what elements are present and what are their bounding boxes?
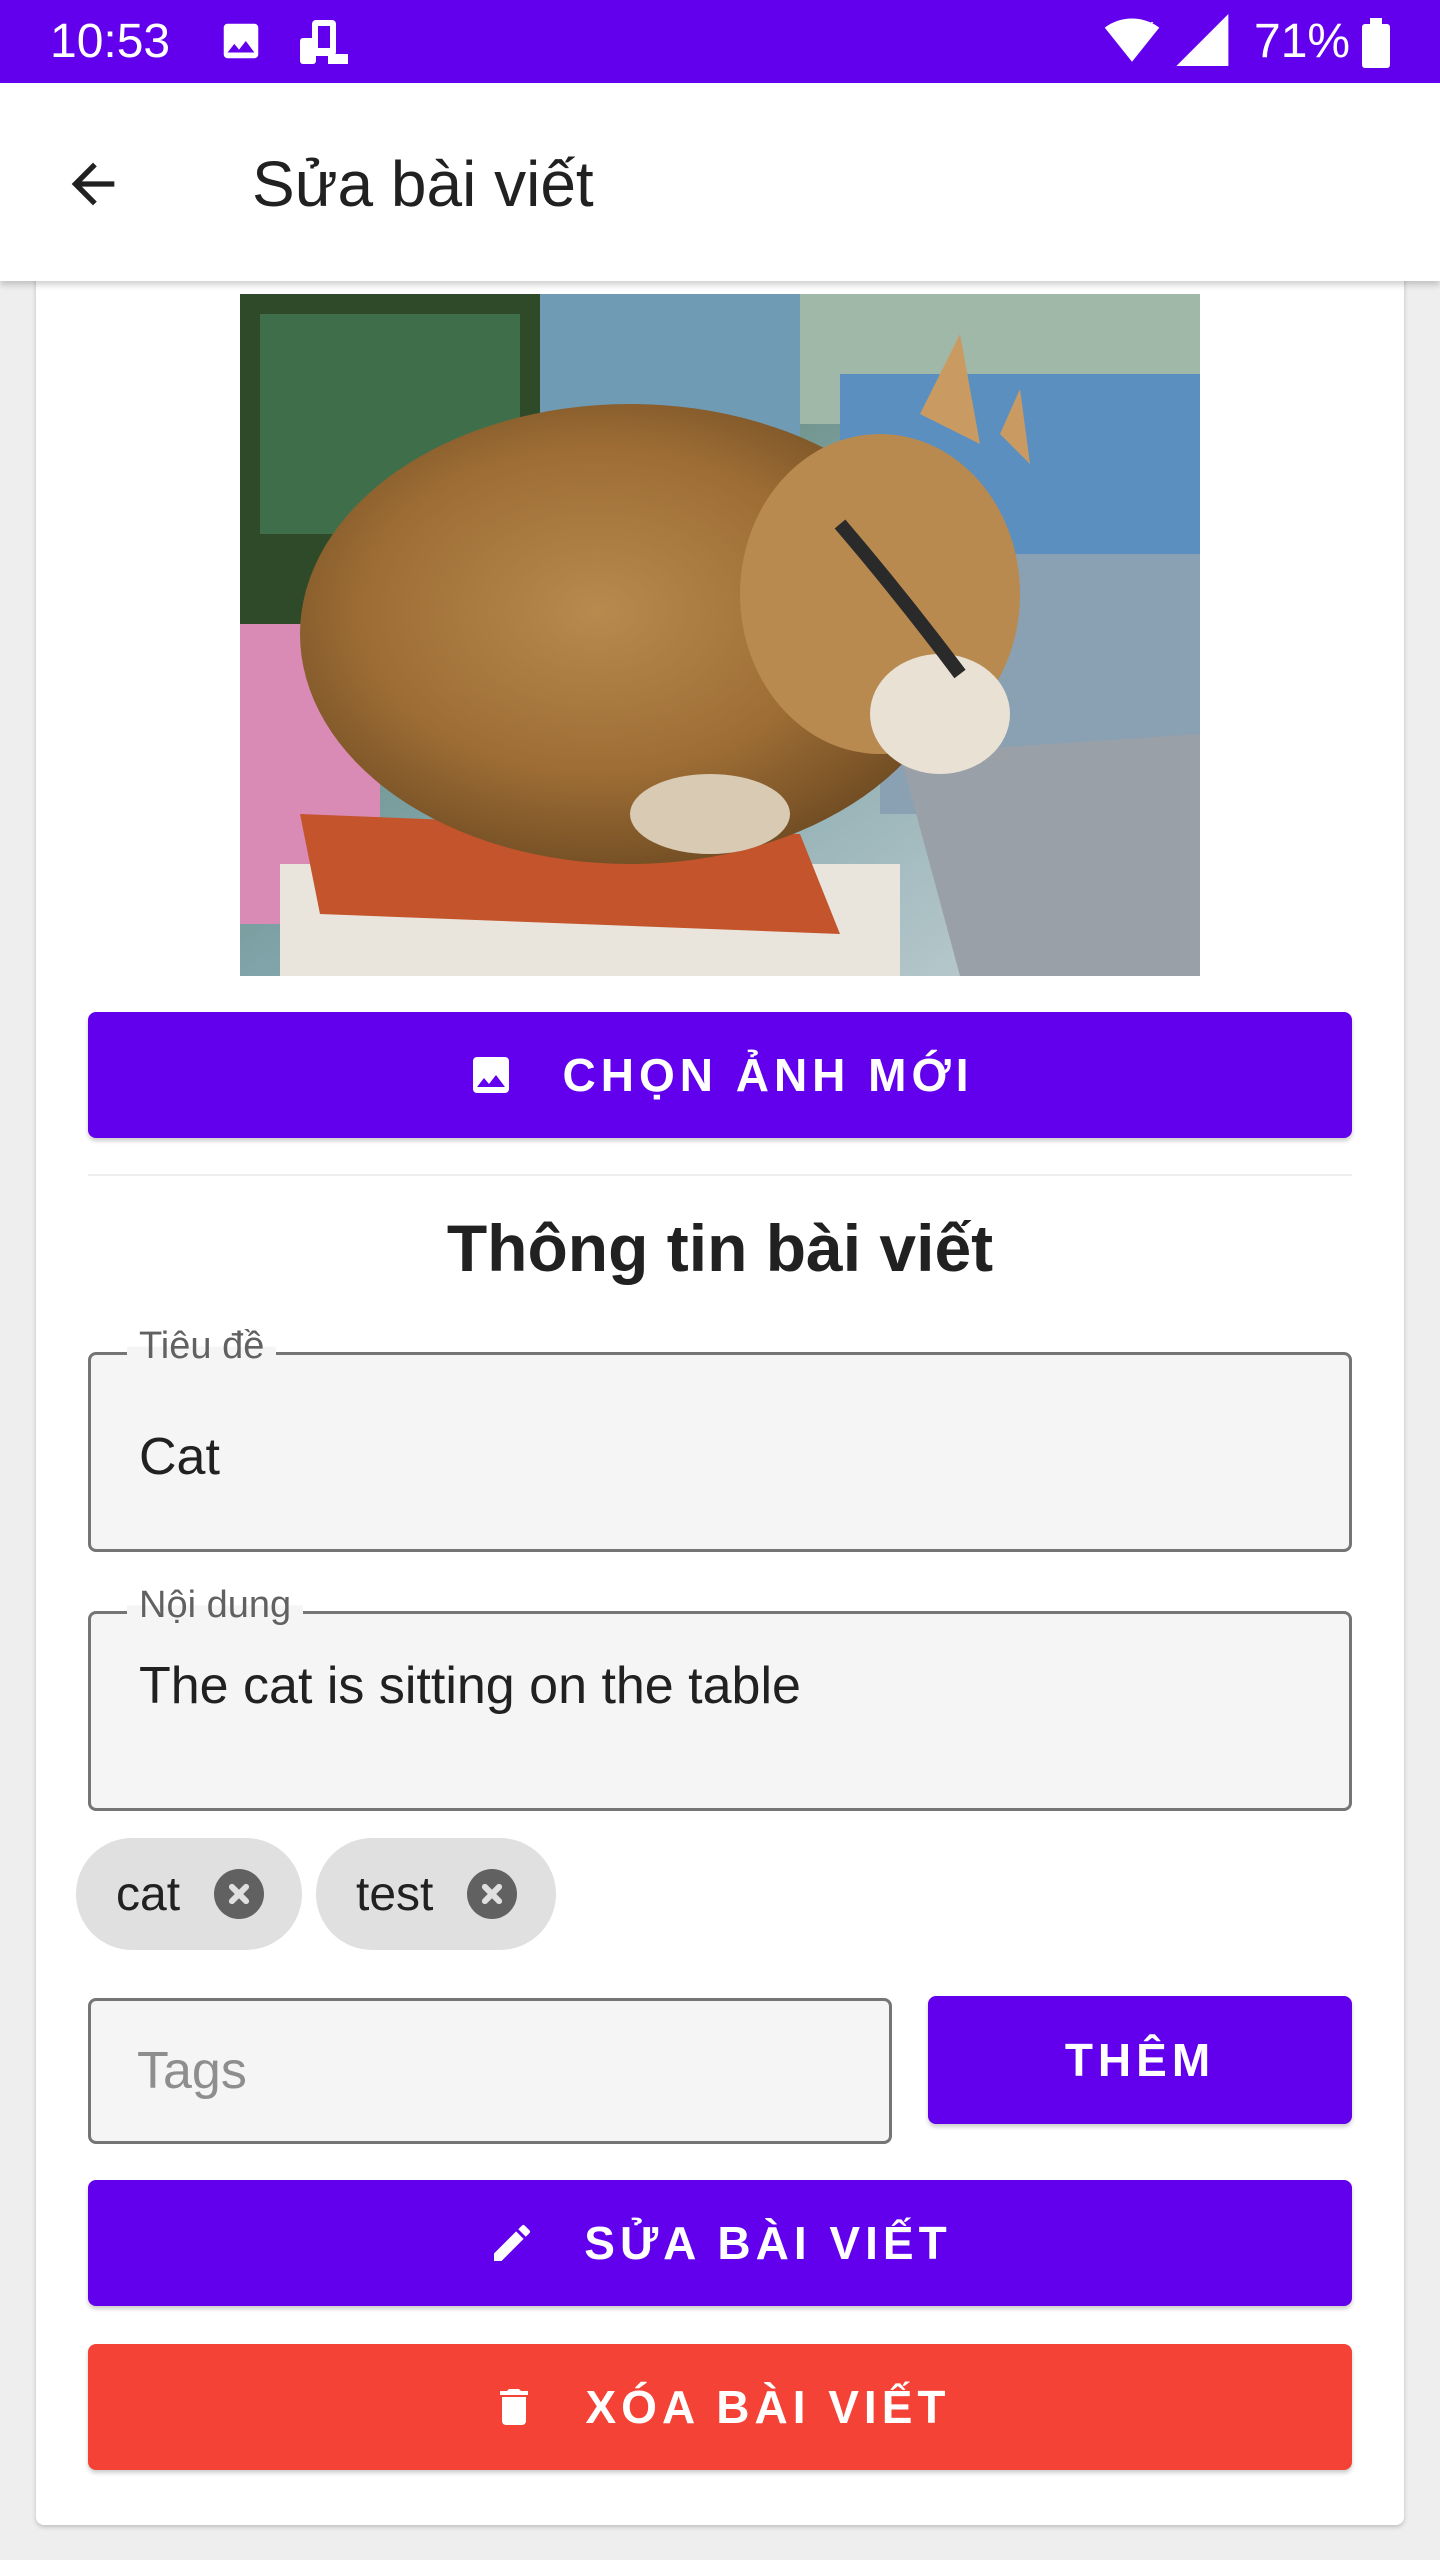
edit-post-button[interactable]: SỬA BÀI VIẾT — [88, 2180, 1352, 2306]
trash-icon — [490, 2383, 538, 2431]
add-tag-label: THÊM — [1064, 2034, 1216, 2086]
tags-text-input[interactable] — [91, 2001, 889, 2141]
divider — [88, 1174, 1352, 1176]
content-field-label: Nội dung — [127, 1584, 304, 1627]
section-title: Thông tin bài viết — [446, 1211, 994, 1285]
wifi-icon: x — [1104, 14, 1160, 69]
title-field-label: Tiêu đề — [127, 1325, 277, 1368]
arrow-back-icon — [61, 152, 125, 221]
signal-icon — [1170, 14, 1230, 71]
choose-new-image-label: CHỌN ẢNH MỚI — [562, 1049, 974, 1101]
title-field-value[interactable]: Cat — [139, 1427, 220, 1487]
status-bar: 10:53 x 71% — [0, 0, 1440, 83]
delete-post-label: XÓA BÀI VIẾT — [585, 2381, 951, 2433]
add-tag-button[interactable]: THÊM — [928, 1996, 1352, 2124]
delete-post-button[interactable]: XÓA BÀI VIẾT — [88, 2344, 1352, 2470]
tag-chip-label: test — [356, 1867, 434, 1921]
edit-post-label: SỬA BÀI VIẾT — [584, 2217, 952, 2269]
choose-new-image-button[interactable]: CHỌN ẢNH MỚI — [88, 1012, 1352, 1138]
tags-input[interactable] — [88, 1998, 892, 2144]
content-field-value[interactable]: The cat is sitting on the table — [139, 1656, 801, 1716]
tag-chip[interactable]: test — [316, 1838, 556, 1950]
image-icon — [467, 1051, 515, 1099]
tag-chip-label: cat — [116, 1867, 181, 1921]
gallery-icon — [218, 18, 264, 69]
status-time: 10:53 — [50, 15, 171, 68]
close-icon[interactable] — [214, 1869, 265, 1919]
content-field[interactable]: Nội dung The cat is sitting on the table — [88, 1584, 1352, 1811]
battery-percentage: 71% — [1254, 15, 1351, 68]
screen-mirror-icon — [296, 18, 352, 73]
post-image — [240, 294, 1200, 976]
title-field[interactable]: Tiêu đề Cat — [88, 1325, 1352, 1552]
svg-text:x: x — [1143, 16, 1154, 37]
page-title: Sửa bài viết — [252, 148, 594, 220]
pencil-icon — [488, 2219, 536, 2267]
app-bar: Sửa bài viết — [0, 83, 1440, 281]
tag-chip[interactable]: cat — [76, 1838, 302, 1950]
battery-icon — [1362, 18, 1390, 73]
close-icon[interactable] — [467, 1869, 518, 1919]
back-button[interactable] — [48, 141, 138, 231]
